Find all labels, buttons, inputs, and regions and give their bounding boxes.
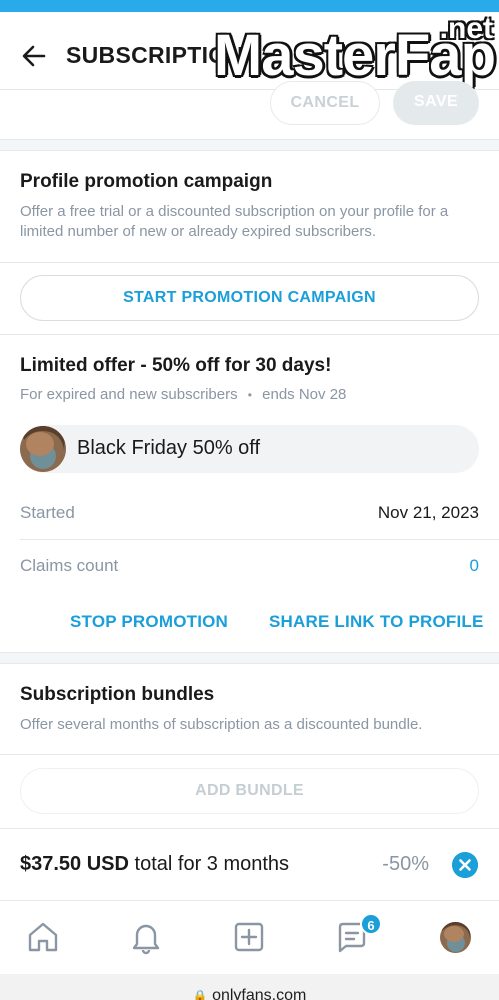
- watermark-suffix: .net: [439, 12, 493, 45]
- promotion-description: Offer a free trial or a discounted subsc…: [20, 203, 449, 240]
- bundles-section: Subscription bundles Offer several month…: [0, 664, 499, 828]
- bell-icon[interactable]: [128, 919, 164, 955]
- back-arrow-icon[interactable]: [20, 42, 48, 70]
- url-value: onlyfans.com: [212, 987, 307, 1000]
- home-icon[interactable]: [25, 919, 61, 955]
- stop-promotion-button[interactable]: STOP PROMOTION: [70, 612, 228, 632]
- add-post-icon[interactable]: [231, 919, 267, 955]
- section-spacer: [0, 652, 499, 664]
- section-spacer: [0, 139, 499, 151]
- bundle-discount: -50%: [382, 853, 429, 875]
- bundle-row: $37.50 USD total for 3 months -50%: [0, 828, 499, 900]
- url-text: 🔒 onlyfans.com: [0, 987, 499, 1000]
- page-title: SUBSCRIPTION: [66, 42, 244, 68]
- watermark-text: MasterFap: [213, 23, 496, 88]
- started-value: Nov 21, 2023: [377, 503, 479, 522]
- bundles-title: Subscription bundles: [20, 684, 215, 705]
- bottom-nav: 6: [0, 900, 499, 974]
- offer-title: Limited offer - 50% off for 30 days!: [20, 355, 332, 376]
- bundles-description: Offer several months of subscription as …: [20, 716, 423, 733]
- status-strip: [0, 0, 499, 12]
- meta-separator: •: [247, 388, 252, 402]
- claims-label: Claims count: [20, 556, 119, 575]
- offer-meta: For expired and new subscribers • ends N…: [20, 385, 480, 405]
- active-offer-section: Limited offer - 50% off for 30 days! For…: [0, 335, 499, 652]
- bundle-price: $37.50 USD: [20, 853, 129, 875]
- promotion-section: Profile promotion campaign Offer a free …: [0, 151, 499, 334]
- start-promotion-button[interactable]: START PROMOTION CAMPAIGN: [20, 275, 479, 321]
- messages-badge: 6: [360, 913, 382, 935]
- offer-chip[interactable]: Black Friday 50% off: [20, 425, 479, 473]
- offer-audience: For expired and new subscribers: [20, 386, 238, 403]
- save-button[interactable]: SAVE: [393, 81, 479, 125]
- promotion-title: Profile promotion campaign: [20, 171, 273, 192]
- started-label: Started: [20, 503, 75, 522]
- share-link-button[interactable]: SHARE LINK TO PROFILE: [269, 612, 484, 632]
- divider: [0, 262, 499, 263]
- bundle-term: total for 3 months: [128, 853, 290, 875]
- offer-ends: ends Nov 28: [262, 386, 347, 403]
- divider: [0, 754, 499, 755]
- remove-bundle-icon[interactable]: [452, 852, 478, 878]
- lock-icon: 🔒: [192, 989, 208, 1000]
- bundle-price-text: $37.50 USD total for 3 months: [20, 853, 289, 876]
- profile-avatar[interactable]: [440, 922, 471, 953]
- add-bundle-button[interactable]: ADD BUNDLE: [20, 768, 479, 814]
- divider: [20, 539, 499, 540]
- cancel-button[interactable]: CANCEL: [270, 81, 380, 125]
- claims-value: 0: [469, 556, 479, 575]
- offer-chip-label: Black Friday 50% off: [77, 437, 261, 459]
- browser-url-bar[interactable]: 🔒 onlyfans.com: [0, 974, 499, 1000]
- top-header: SUBSCRIPTION .net MasterFap: [0, 12, 499, 90]
- avatar: [20, 426, 66, 472]
- form-actions: CANCEL SAVE: [0, 81, 499, 139]
